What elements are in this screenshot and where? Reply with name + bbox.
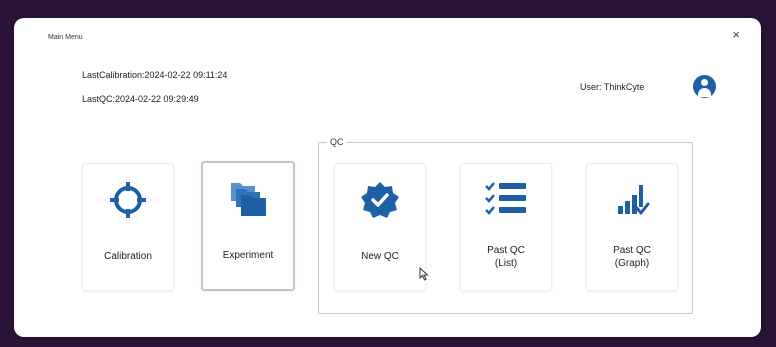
close-button[interactable]: × [732, 28, 740, 41]
new-qc-label: New QC [361, 251, 399, 262]
folders-icon [227, 179, 269, 224]
bar-chart-check-icon [612, 180, 652, 225]
last-qc-text: LastQC:2024-02-22 09:29:49 [82, 94, 199, 104]
crosshair-icon [108, 180, 148, 225]
qc-group-label: QC [327, 137, 347, 147]
user-avatar-icon[interactable] [693, 75, 716, 98]
checklist-icon [484, 180, 528, 227]
main-menu-window: Main Menu × LastCalibration:2024-02-22 0… [14, 18, 761, 337]
experiment-label: Experiment [222, 250, 274, 261]
last-calibration-text: LastCalibration:2024-02-22 09:11:24 [82, 70, 228, 80]
experiment-button[interactable]: Experiment [201, 161, 295, 291]
window-title: Main Menu [48, 34, 83, 41]
calibration-button[interactable]: Calibration [82, 163, 174, 291]
past-qc-graph-button[interactable]: Past QC (Graph) [586, 163, 678, 291]
mouse-pointer-icon [419, 266, 429, 286]
user-label: User: ThinkCyte [580, 82, 645, 92]
new-qc-button[interactable]: New QC [334, 163, 426, 291]
past-qc-graph-label: Past QC (Graph) [613, 245, 651, 269]
verified-badge-icon [360, 180, 400, 225]
past-qc-list-button[interactable]: Past QC (List) [460, 163, 552, 291]
past-qc-list-label: Past QC (List) [487, 245, 525, 269]
calibration-label: Calibration [104, 251, 152, 262]
